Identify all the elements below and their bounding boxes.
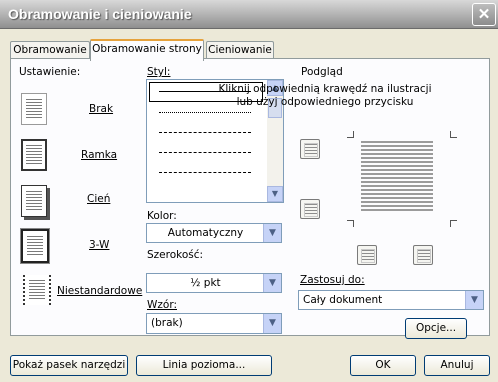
setting-custom-label[interactable]: Niestandardowe xyxy=(57,285,142,297)
preview-instructions-2: lub użyj odpowiedniego przycisku xyxy=(236,96,414,108)
top-border-button[interactable] xyxy=(300,139,320,159)
dialog-title: Obramowanie i cieniowanie xyxy=(8,6,192,22)
show-toolbar-button[interactable]: Pokaż pasek narzędzi xyxy=(10,355,128,376)
setting-3d-icon[interactable] xyxy=(20,228,50,264)
tab-obramowanie[interactable]: Obramowanie xyxy=(10,41,90,59)
chevron-down-icon[interactable]: ▼ xyxy=(263,314,281,333)
setting-custom-icon[interactable] xyxy=(23,275,51,305)
left-border-button[interactable] xyxy=(357,245,377,265)
line-style-dash-dot[interactable] xyxy=(159,172,251,173)
preview-page[interactable] xyxy=(347,131,457,227)
art-label: Wzór: xyxy=(147,299,177,311)
color-value: Automatyczny xyxy=(167,227,244,239)
preview-heading: Podgląd xyxy=(301,66,343,78)
horizontal-line-button[interactable]: Linia pozioma... xyxy=(136,355,272,376)
dialog-window: Obramowanie i cieniowanie ✕ Obramowanie … xyxy=(0,0,498,382)
line-style-dotted[interactable] xyxy=(159,112,251,113)
chevron-down-icon[interactable]: ▼ xyxy=(263,224,281,242)
chevron-down-icon[interactable]: ▼ xyxy=(263,274,281,292)
close-button[interactable]: ✕ xyxy=(472,3,496,26)
settings-heading: Ustawienie: xyxy=(19,66,81,78)
bottom-border-button[interactable] xyxy=(300,199,320,219)
chevron-down-icon[interactable]: ▼ xyxy=(465,291,483,309)
options-button[interactable]: Opcje... xyxy=(405,318,467,339)
apply-to-value: Cały dokument xyxy=(303,294,383,306)
setting-box-icon[interactable] xyxy=(21,139,47,171)
right-border-button[interactable] xyxy=(413,245,433,265)
title-bar[interactable]: Obramowanie i cieniowanie ✕ xyxy=(0,0,498,29)
setting-shadow-icon[interactable] xyxy=(21,185,47,217)
line-style-dashed[interactable] xyxy=(159,152,251,153)
art-value: (brak) xyxy=(151,317,183,329)
color-label: Kolor: xyxy=(147,210,177,222)
color-select[interactable]: Automatyczny ▼ xyxy=(146,223,282,243)
width-label: Szerokość: xyxy=(147,249,204,261)
ok-button[interactable]: OK xyxy=(350,355,416,376)
art-select[interactable]: (brak) ▼ xyxy=(146,313,282,334)
apply-to-select[interactable]: Cały dokument ▼ xyxy=(298,290,484,310)
setting-3d-label[interactable]: 3-W xyxy=(89,239,109,251)
corner-mark xyxy=(347,131,354,138)
cancel-button[interactable]: Anuluj xyxy=(424,355,490,376)
line-style-dashed-short[interactable] xyxy=(159,132,251,133)
width-value: ½ pkt xyxy=(190,277,221,289)
corner-mark xyxy=(450,131,457,138)
setting-box-label[interactable]: Ramka xyxy=(81,149,117,161)
tab-cieniowanie[interactable]: Cieniowanie xyxy=(206,41,274,59)
width-select[interactable]: ½ pkt ▼ xyxy=(146,273,282,293)
preview-instructions-1: Kliknij odpowiednią krawędź na ilustracj… xyxy=(218,83,432,95)
setting-shadow-label[interactable]: Cień xyxy=(87,193,110,205)
style-label: Styl: xyxy=(147,66,171,78)
corner-mark xyxy=(347,220,354,227)
corner-mark xyxy=(450,220,457,227)
page-border-panel: Ustawienie: Brak Ramka Cień 3-W Niestand… xyxy=(10,58,490,339)
preview-text-lines xyxy=(361,141,433,213)
apply-to-label: Zastosuj do: xyxy=(300,274,365,286)
tab-obramowanie-strony[interactable]: Obramowanie strony xyxy=(90,39,204,61)
scroll-down-icon[interactable]: ▼ xyxy=(267,186,283,202)
